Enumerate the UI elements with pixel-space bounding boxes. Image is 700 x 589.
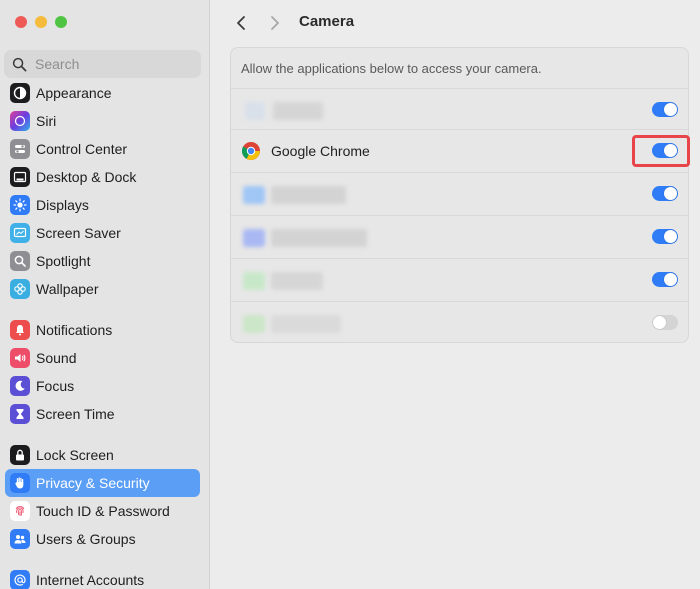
chevron-right-icon	[271, 16, 279, 30]
zoom-button[interactable]	[55, 16, 67, 28]
app-row-google-chrome: Google Chrome	[231, 129, 688, 171]
sidebar-item-touch-id[interactable]: Touch ID & Password	[5, 497, 200, 525]
search-icon	[12, 57, 27, 71]
window-controls	[15, 16, 67, 28]
blurred-app-icon	[243, 186, 265, 204]
sidebar-item-label: Focus	[36, 378, 75, 394]
spotlight-icon	[10, 251, 30, 271]
blurred-app-name	[273, 102, 323, 120]
app-row	[231, 258, 688, 300]
sidebar-item-privacy-security[interactable]: Privacy & Security	[5, 469, 200, 497]
sidebar-item-label: Privacy & Security	[36, 475, 150, 491]
displays-icon	[10, 195, 30, 215]
screen-saver-icon	[10, 223, 30, 243]
blurred-app-name	[271, 186, 346, 204]
camera-access-panel: Allow the applications below to access y…	[230, 47, 689, 343]
blurred-app-icon	[243, 272, 265, 290]
panel-description: Allow the applications below to access y…	[241, 61, 542, 76]
search-input[interactable]	[35, 56, 185, 72]
sidebar-item-label: Touch ID & Password	[36, 503, 170, 519]
fingerprint-icon	[10, 501, 30, 521]
page-title: Camera	[299, 13, 355, 30]
sidebar-item-label: Spotlight	[36, 253, 91, 269]
sidebar-item-appearance[interactable]: Appearance	[5, 79, 200, 107]
sidebar-item-screen-saver[interactable]: Screen Saver	[5, 219, 200, 247]
sound-icon	[10, 348, 30, 368]
sidebar-item-label: Sound	[36, 350, 77, 366]
sidebar-item-notifications[interactable]: Notifications	[5, 316, 200, 344]
privacy-hand-icon	[10, 473, 30, 493]
sidebar-item-siri[interactable]: Siri	[5, 107, 200, 135]
screen-time-icon	[10, 404, 30, 424]
blurred-app-name	[271, 272, 323, 290]
camera-access-toggle[interactable]	[652, 186, 678, 201]
camera-access-toggle[interactable]	[652, 229, 678, 244]
sidebar-item-label: Control Center	[36, 141, 128, 157]
app-row	[231, 301, 688, 343]
blurred-app-icon	[245, 102, 265, 120]
camera-access-toggle[interactable]	[652, 315, 678, 330]
sidebar-item-lock-screen[interactable]: Lock Screen	[5, 441, 200, 469]
sidebar-item-label: Notifications	[36, 322, 113, 338]
sidebar-item-internet-accounts[interactable]: Internet Accounts	[5, 566, 200, 589]
blurred-app-name	[271, 229, 367, 247]
chevron-left-icon	[237, 16, 245, 30]
back-button[interactable]	[228, 10, 254, 36]
search-field[interactable]	[4, 50, 201, 78]
at-icon	[10, 570, 30, 589]
sidebar-item-label: Desktop & Dock	[36, 169, 137, 185]
lock-screen-icon	[10, 445, 30, 465]
blurred-app-icon	[243, 229, 265, 247]
sidebar-item-label: Screen Time	[36, 406, 115, 422]
sidebar-item-label: Displays	[36, 197, 89, 213]
notifications-icon	[10, 320, 30, 340]
sidebar-item-displays[interactable]: Displays	[5, 191, 200, 219]
camera-access-toggle[interactable]	[652, 102, 678, 117]
sidebar: Appearance Siri Control Center Desktop &…	[0, 0, 210, 589]
sidebar-item-label: Siri	[36, 113, 57, 129]
sidebar-item-label: Screen Saver	[36, 225, 121, 241]
app-row	[231, 215, 688, 257]
sidebar-item-screen-time[interactable]: Screen Time	[5, 400, 200, 428]
forward-button[interactable]	[262, 10, 288, 36]
sidebar-item-label: Users & Groups	[36, 531, 136, 547]
control-center-icon	[10, 139, 30, 159]
history-navigation	[228, 10, 288, 36]
sidebar-item-label: Lock Screen	[36, 447, 114, 463]
sidebar-item-wallpaper[interactable]: Wallpaper	[5, 275, 200, 303]
app-row	[231, 88, 688, 130]
highlight-annotation	[632, 135, 690, 167]
close-button[interactable]	[15, 16, 27, 28]
sidebar-item-control-center[interactable]: Control Center	[5, 135, 200, 163]
sidebar-item-sound[interactable]: Sound	[5, 344, 200, 372]
wallpaper-icon	[10, 279, 30, 299]
users-icon	[10, 529, 30, 549]
app-row	[231, 172, 688, 214]
app-name: Google Chrome	[271, 143, 370, 159]
sidebar-item-users-groups[interactable]: Users & Groups	[5, 525, 200, 553]
sidebar-item-label: Internet Accounts	[36, 572, 145, 588]
desktop-dock-icon	[10, 167, 30, 187]
sidebar-item-spotlight[interactable]: Spotlight	[5, 247, 200, 275]
appearance-icon	[10, 83, 30, 103]
camera-access-toggle[interactable]	[652, 272, 678, 287]
focus-icon	[10, 376, 30, 396]
blurred-app-name	[271, 315, 341, 333]
sidebar-item-label: Appearance	[36, 85, 112, 101]
chrome-icon	[241, 142, 260, 160]
siri-icon	[10, 111, 30, 131]
sidebar-item-focus[interactable]: Focus	[5, 372, 200, 400]
minimize-button[interactable]	[35, 16, 47, 28]
sidebar-item-desktop-dock[interactable]: Desktop & Dock	[5, 163, 200, 191]
blurred-app-icon	[243, 315, 265, 333]
sidebar-item-label: Wallpaper	[36, 281, 99, 297]
